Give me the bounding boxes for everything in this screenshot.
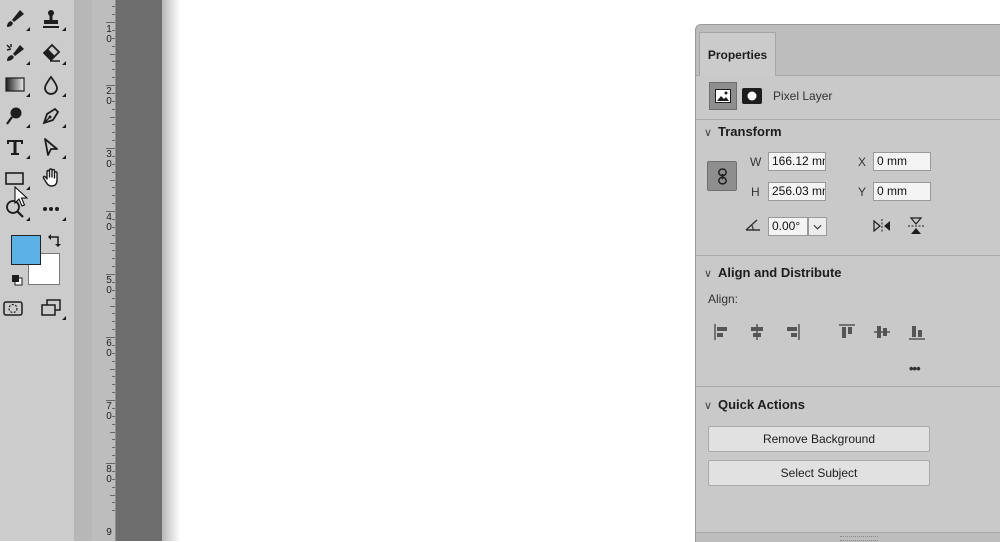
height-label: H [751,185,760,199]
transform-section-header[interactable]: ∨ Transform [704,124,782,139]
remove-background-button[interactable]: Remove Background [708,426,930,452]
align-label: Align: [708,292,739,306]
panel-tab-bar: Properties [696,25,1000,76]
resize-grip[interactable] [840,536,878,541]
align-vertical-centers-icon[interactable] [872,322,892,342]
swap-colors-icon[interactable] [48,233,62,247]
history-brush-icon[interactable] [2,40,30,66]
ruler-label: 40 [106,212,112,233]
type-icon[interactable] [2,134,30,160]
flip-vertical-icon[interactable] [906,216,926,236]
foreground-color-swatch[interactable] [11,235,41,265]
path-select-icon[interactable] [38,134,66,160]
section-divider [696,119,1000,120]
dodge-icon[interactable] [2,103,30,129]
angle-icon [744,218,762,232]
y-label: Y [858,185,867,199]
brush-icon[interactable] [2,6,30,32]
chevron-down-icon [813,224,822,230]
more-options-icon[interactable]: ••• [909,361,921,376]
chevron-down-icon: ∨ [704,268,713,280]
flip-horizontal-icon[interactable] [872,217,892,235]
chevron-down-icon: ∨ [704,400,713,412]
quick-mask-icon[interactable] [0,295,26,321]
ruler-label: 10 [106,24,112,45]
quick-actions-section-header[interactable]: ∨ Quick Actions [704,397,805,412]
layer-mask-icon[interactable] [741,87,763,105]
align-right-edges-icon[interactable] [782,322,802,342]
section-divider [696,386,1000,387]
section-divider [696,255,1000,256]
select-subject-button[interactable]: Select Subject [708,460,930,486]
pasteboard [116,0,162,541]
panel-gutter [76,0,92,541]
properties-panel: Properties Pixel Layer ∨ Transform W 166.… [695,24,1000,542]
chevron-down-icon: ∨ [704,127,713,139]
vertical-ruler [92,0,116,541]
align-left-edges-icon[interactable] [712,322,732,342]
ruler-label: 50 [106,275,112,296]
default-colors-icon[interactable] [11,273,23,286]
eraser-icon[interactable] [38,40,66,66]
align-bottom-edges-icon[interactable] [907,322,927,342]
gradient-icon[interactable] [2,72,30,98]
rotation-angle-field[interactable]: 0.00° [768,217,808,236]
align-section-header[interactable]: ∨ Align and Distribute [704,265,842,280]
angle-dropdown-button[interactable] [808,217,827,236]
hand-icon[interactable] [38,165,64,191]
document-canvas[interactable] [162,0,695,541]
mouse-cursor-icon [14,185,29,208]
align-top-edges-icon[interactable] [837,322,857,342]
screen-mode-icon[interactable] [38,295,66,321]
x-label: X [858,155,867,169]
width-label: W [750,155,762,169]
blur-drop-icon[interactable] [38,72,66,98]
x-position-field[interactable]: 0 mm [873,152,931,171]
ruler-label: 20 [106,86,112,107]
tab-properties[interactable]: Properties [699,32,776,76]
layer-type-label: Pixel Layer [773,89,833,103]
ruler-label: 70 [106,401,112,422]
ruler-label: 60 [106,338,112,359]
align-horizontal-centers-icon[interactable] [747,322,767,342]
link-proportions-button[interactable] [707,161,737,191]
tools-panel [0,0,74,541]
ruler-label: 80 [106,464,112,485]
more-icon[interactable] [38,196,66,222]
y-position-field[interactable]: 0 mm [873,182,931,201]
pen-icon[interactable] [38,103,66,129]
width-field[interactable]: 166.12 mm [768,152,826,171]
ruler-label: 30 [106,149,112,170]
stamp-icon[interactable] [38,6,66,32]
height-field[interactable]: 256.03 mm [768,182,826,201]
link-icon [717,167,727,185]
ruler-label: 9 [106,527,112,538]
pixel-layer-icon[interactable] [709,82,737,110]
